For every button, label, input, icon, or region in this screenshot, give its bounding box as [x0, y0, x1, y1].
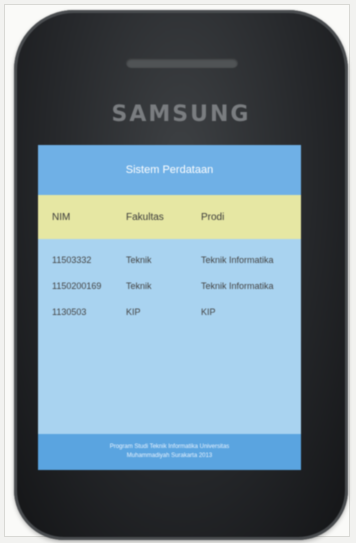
cell-fakultas: KIP [126, 307, 141, 317]
cell-prodi: Teknik Informatika [201, 281, 274, 291]
header-fakultas: Fakultas [126, 211, 164, 223]
header-nim: NIM [52, 211, 71, 223]
header-prodi: Prodi [201, 211, 225, 223]
cell-fakultas: Teknik [126, 281, 152, 291]
cell-fakultas: Teknik [126, 255, 152, 265]
cell-nim: 11503332 [52, 255, 92, 265]
table-header: NIM Fakultas Prodi [38, 195, 301, 239]
phone-speaker [126, 58, 238, 68]
cell-prodi: KIP [201, 307, 216, 317]
table-body: 11503332 Teknik Teknik Informatika 11502… [38, 239, 301, 325]
footer-line-2: Muhammadiyah Surakarta 2013 [126, 453, 213, 459]
cell-prodi: Teknik Informatika [201, 255, 274, 265]
phone-screen: Sistem Perdataan NIM Fakultas Prodi 1150… [38, 145, 301, 470]
app-footer: Program Studi Teknik Informatika Univers… [38, 434, 301, 470]
cell-nim: 1130503 [52, 307, 87, 317]
app-title: Sistem Perdataan [125, 164, 214, 176]
footer-line-1: Program Studi Teknik Informatika Univers… [109, 444, 230, 450]
table-row[interactable]: 11503332 Teknik Teknik Informatika [38, 247, 301, 273]
app-title-bar: Sistem Perdataan [38, 145, 301, 195]
table-row[interactable]: 1130503 KIP KIP [38, 299, 301, 325]
phone-brand-logo: SAMSUNG [111, 102, 251, 127]
table-row[interactable]: 1150200169 Teknik Teknik Informatika [38, 273, 301, 299]
cell-nim: 1150200169 [52, 281, 102, 291]
